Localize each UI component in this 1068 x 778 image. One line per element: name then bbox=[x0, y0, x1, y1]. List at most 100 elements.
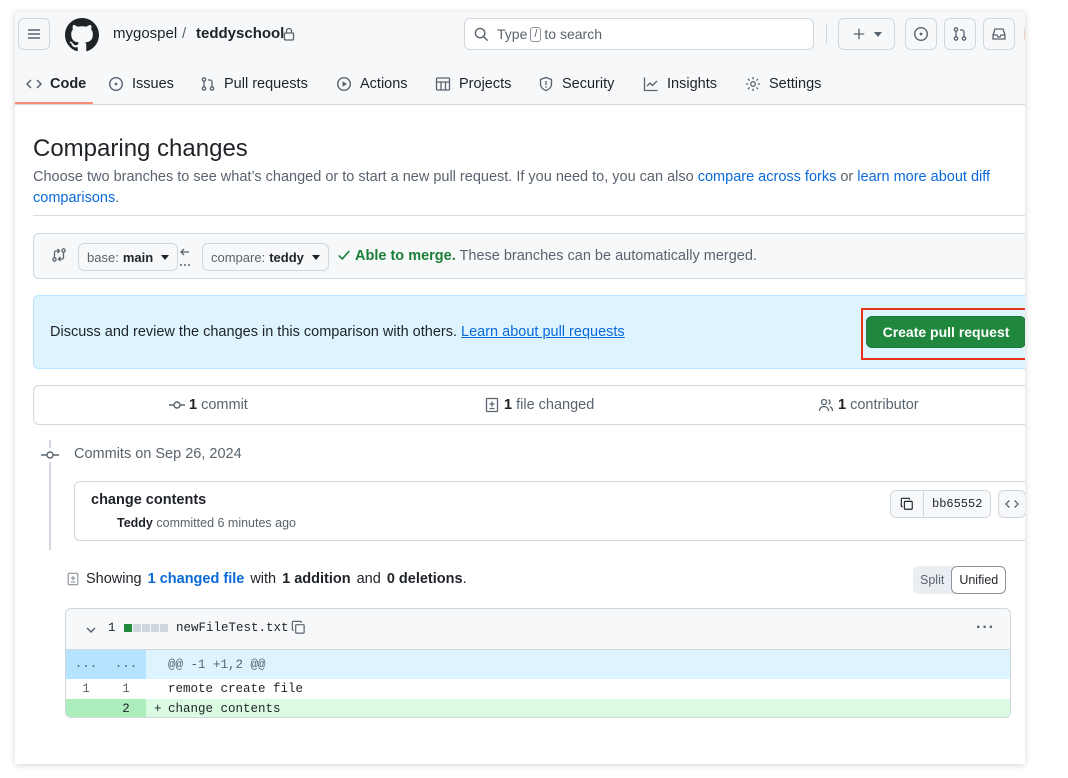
unified-view-button[interactable]: Unified bbox=[951, 566, 1007, 594]
range-editor: base: main compare: teddy Able to merge.… bbox=[33, 233, 1025, 279]
new-line-number[interactable]: 2 bbox=[106, 699, 146, 717]
diff-code: remote create file bbox=[168, 682, 304, 696]
diff-summary: Showing 1 changed file with 1 addition a… bbox=[66, 571, 467, 587]
chevron-down-icon[interactable] bbox=[85, 624, 97, 636]
banner-text: Discuss and review the changes in this c… bbox=[50, 324, 625, 340]
file-diff-icon bbox=[67, 572, 79, 586]
summary-with: with bbox=[250, 571, 277, 587]
copy-icon[interactable] bbox=[291, 620, 306, 635]
graph-icon bbox=[643, 77, 658, 92]
lock-icon bbox=[283, 27, 295, 41]
file-diff-icon bbox=[485, 397, 499, 413]
tab-code[interactable]: Code bbox=[26, 64, 86, 104]
compare-branch-select[interactable]: compare: teddy bbox=[202, 243, 329, 271]
code-icon bbox=[1005, 500, 1019, 508]
search-input[interactable]: Type / to search bbox=[464, 18, 814, 50]
files-stat[interactable]: 1 file changed bbox=[484, 397, 594, 413]
breadcrumb-owner[interactable]: mygospel bbox=[113, 25, 177, 42]
file-name[interactable]: newFileTest.txt bbox=[176, 621, 289, 635]
base-prefix: base: bbox=[87, 249, 119, 265]
expand-down-button[interactable]: ... bbox=[106, 650, 146, 679]
commit-list-item: change contents Teddy committed 6 minute… bbox=[74, 481, 1025, 541]
tab-settings-label: Settings bbox=[769, 76, 822, 92]
commits-count: 1 bbox=[189, 397, 198, 413]
tab-issues[interactable]: Issues bbox=[108, 64, 174, 104]
browser-window: mygospel / teddyschool Type / to search bbox=[15, 12, 1025, 764]
diff-code: change contents bbox=[168, 702, 281, 716]
github-logo-icon[interactable] bbox=[65, 18, 99, 52]
breadcrumb-separator: / bbox=[182, 25, 187, 42]
people-icon bbox=[818, 398, 834, 412]
create-pr-banner: Discuss and review the changes in this c… bbox=[33, 295, 1025, 369]
compare-across-forks-link[interactable]: compare across forks bbox=[698, 169, 837, 185]
issue-icon bbox=[913, 26, 929, 42]
breadcrumb-repo[interactable]: teddyschool bbox=[196, 25, 284, 42]
banner-message: Discuss and review the changes in this c… bbox=[50, 324, 462, 340]
browse-repository-button[interactable] bbox=[998, 490, 1025, 518]
commit-icon bbox=[41, 448, 59, 462]
merge-status-strong: Able to merge. bbox=[355, 248, 456, 264]
header-divider bbox=[826, 24, 827, 44]
changed-files-link[interactable]: 1 changed file bbox=[148, 571, 245, 587]
pull-request-icon bbox=[201, 77, 215, 91]
create-pull-request-button[interactable]: Create pull request bbox=[866, 316, 1025, 348]
copy-icon bbox=[900, 497, 913, 510]
tab-issues-label: Issues bbox=[132, 76, 174, 92]
split-view-button[interactable]: Split bbox=[913, 566, 951, 594]
divider bbox=[33, 215, 1025, 216]
commit-author[interactable]: Teddy bbox=[117, 516, 153, 530]
old-line-number[interactable]: 1 bbox=[66, 682, 106, 696]
learn-about-pull-requests-link[interactable]: Learn about pull requests bbox=[461, 324, 625, 340]
tab-security[interactable]: Security bbox=[538, 64, 614, 104]
compare-prefix: compare: bbox=[211, 249, 266, 265]
commits-stat[interactable]: 1 commit bbox=[169, 397, 248, 413]
search-suffix: to search bbox=[544, 26, 603, 42]
commits-date-label: Commits on Sep 26, 2024 bbox=[74, 446, 242, 462]
copy-sha-button[interactable] bbox=[891, 491, 924, 517]
file-more-options-button[interactable]: ··· bbox=[976, 619, 995, 637]
description-or: or bbox=[836, 169, 858, 185]
diff-marker: + bbox=[154, 702, 162, 716]
issues-button[interactable] bbox=[905, 18, 937, 50]
tab-security-label: Security bbox=[562, 76, 615, 92]
summary-showing: Showing bbox=[86, 571, 142, 587]
new-line-number[interactable]: 1 bbox=[106, 682, 146, 696]
teddy-bear-avatar-icon bbox=[1024, 28, 1025, 40]
repo-nav-tabs: Code Issues Pull requests Actions Projec… bbox=[15, 64, 1025, 104]
menu-button[interactable] bbox=[18, 18, 50, 50]
diff-view-toggle: Split Unified bbox=[913, 566, 1007, 594]
tab-insights-label: Insights bbox=[667, 76, 717, 92]
avatar[interactable] bbox=[1024, 17, 1025, 51]
tab-pull-requests[interactable]: Pull requests bbox=[200, 64, 308, 104]
tab-projects[interactable]: Projects bbox=[435, 64, 511, 104]
table-icon bbox=[435, 77, 451, 91]
search-icon bbox=[474, 27, 489, 42]
inbox-button[interactable] bbox=[983, 18, 1015, 50]
tab-insights[interactable]: Insights bbox=[643, 64, 717, 104]
create-new-button[interactable] bbox=[838, 18, 895, 50]
base-branch-select[interactable]: base: main bbox=[78, 243, 179, 271]
tab-code-label: Code bbox=[50, 76, 87, 92]
hamburger-icon bbox=[28, 29, 40, 39]
commit-sha-link[interactable]: bb65552 bbox=[924, 491, 991, 517]
comparison-stats: 1 commit 1 file changed 1 contributor bbox=[33, 385, 1025, 425]
play-icon bbox=[336, 76, 352, 92]
files-count: 1 bbox=[504, 397, 513, 413]
chevron-down-icon bbox=[873, 31, 882, 37]
diff-marker bbox=[146, 682, 160, 696]
expand-up-button[interactable]: ... bbox=[66, 650, 106, 679]
description-end: . bbox=[115, 190, 120, 206]
git-compare-icon bbox=[52, 248, 66, 262]
old-line-number[interactable] bbox=[66, 699, 106, 717]
commit-sha-group: bb65552 bbox=[890, 490, 992, 518]
pull-requests-button[interactable] bbox=[944, 18, 976, 50]
commit-title[interactable]: change contents bbox=[91, 492, 206, 508]
contributors-stat[interactable]: 1 contributor bbox=[818, 397, 919, 413]
tab-settings[interactable]: Settings bbox=[745, 64, 821, 104]
commits-label: commit bbox=[197, 397, 248, 413]
hunk-header: @@ -1 +1,2 @@ bbox=[168, 657, 266, 672]
diffstat-bar bbox=[124, 624, 168, 632]
tab-actions[interactable]: Actions bbox=[336, 64, 408, 104]
merge-status: Able to merge. These branches can be aut… bbox=[337, 248, 757, 264]
file-diff: 1 newFileTest.txt ··· ... ... @@ -1 +1,2… bbox=[65, 608, 1011, 718]
